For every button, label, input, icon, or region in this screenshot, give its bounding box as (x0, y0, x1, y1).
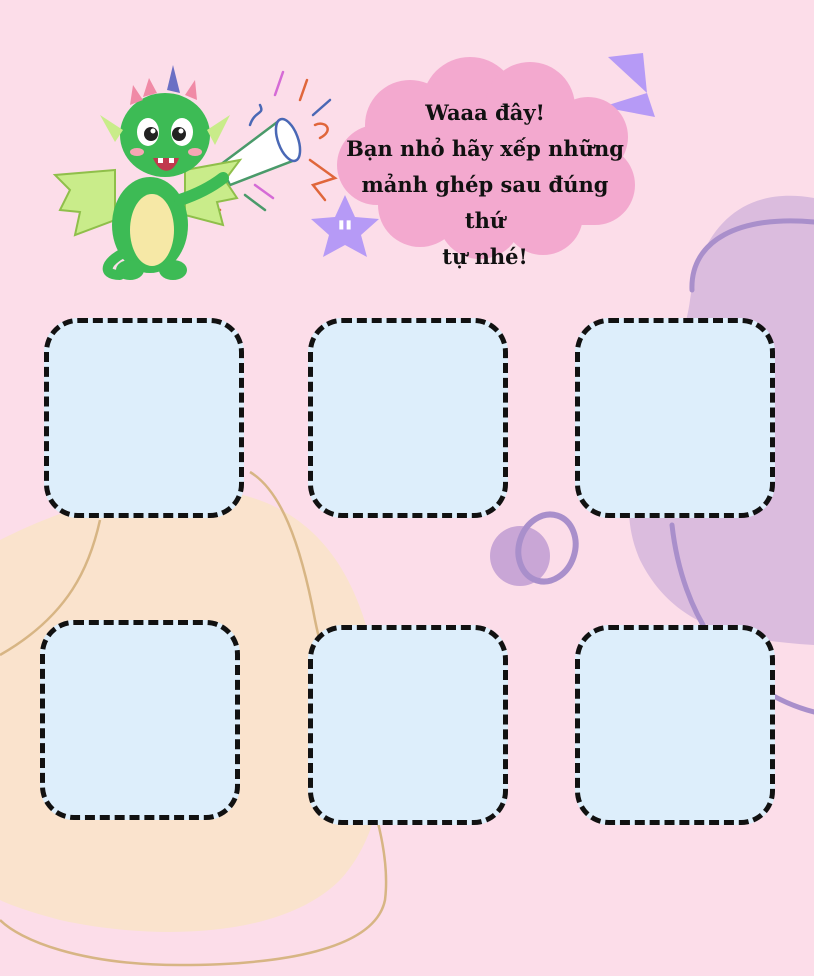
dragon-horn (167, 65, 180, 93)
dragon-belly (130, 194, 174, 266)
puzzle-slot-1[interactable] (44, 318, 244, 518)
instruction-line-2: Bạn nhỏ hãy xếp những (346, 136, 624, 161)
puzzle-slot-5[interactable] (308, 625, 508, 825)
instruction-line-3: mảnh ghép sau đúng thứ (361, 172, 609, 233)
puzzle-slot-6[interactable] (575, 625, 775, 825)
instruction-text: Waaa đây! Bạn nhỏ hãy xếp những mảnh ghé… (340, 95, 630, 275)
dragon-wing-left (52, 168, 116, 237)
instruction-line-1: Waaa đây! (425, 100, 545, 125)
puzzle-slot-3[interactable] (575, 318, 775, 518)
sparkle-icon (608, 53, 647, 93)
dragon-megaphone-icon (52, 65, 338, 280)
puzzle-slot-2[interactable] (308, 318, 508, 518)
instruction-line-4: tự nhé! (442, 244, 528, 269)
puzzle-slot-4[interactable] (40, 620, 240, 820)
